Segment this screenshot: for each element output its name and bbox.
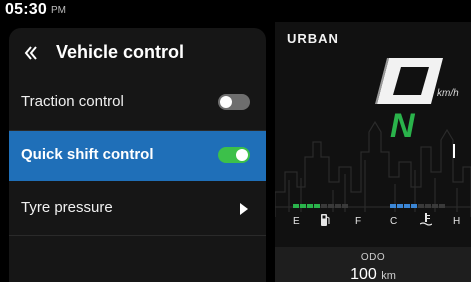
toggle-knob <box>220 96 232 108</box>
temperature-segment <box>397 204 403 208</box>
menu-item-tyre-pressure[interactable]: Tyre pressure <box>9 184 266 234</box>
menu-item-label: Traction control <box>21 93 124 110</box>
fuel-pump-icon <box>321 214 330 226</box>
temperature-segment <box>425 204 431 208</box>
odo-reading: 100 km <box>275 266 471 282</box>
fuel-segment <box>342 204 348 208</box>
fuel-segment <box>300 204 306 208</box>
fuel-segment <box>293 204 299 208</box>
fuel-full-label: F <box>355 216 362 227</box>
temperature-segment <box>418 204 424 208</box>
divider <box>9 235 266 236</box>
status-ampm: PM <box>51 5 66 16</box>
odo-value: 100 <box>350 266 377 282</box>
menu-item-traction-control[interactable]: Traction control <box>9 78 266 128</box>
menu-item-label: Tyre pressure <box>21 199 113 216</box>
rpm-marker <box>453 144 455 158</box>
odo-label: ODO <box>360 252 386 263</box>
temperature-segment <box>390 204 396 208</box>
dashboard-panel: URBAN km/h N E F C H ODO 100 km <box>275 22 471 282</box>
fuel-segment <box>321 204 327 208</box>
status-bar: 05:30 PM <box>0 0 471 20</box>
temperature-segment <box>404 204 410 208</box>
fuel-empty-label: E <box>293 216 300 227</box>
menu-title: Vehicle control <box>56 42 185 62</box>
ride-mode-label: URBAN <box>287 31 339 46</box>
coolant-temp-icon <box>420 213 432 226</box>
fuel-segment <box>335 204 341 208</box>
temperature-level-bar <box>390 204 446 209</box>
temperature-segment <box>439 204 445 208</box>
toggle-knob <box>236 149 248 161</box>
gear-indicator: N <box>390 107 415 145</box>
menu-item-quick-shift-control[interactable]: Quick shift control <box>9 131 266 181</box>
menu-header: Vehicle control <box>9 28 266 78</box>
speed-digit-zero <box>375 58 443 104</box>
fuel-segment <box>314 204 320 208</box>
back-icon[interactable] <box>23 45 39 61</box>
fuel-segment <box>307 204 313 208</box>
vehicle-control-menu: Vehicle control Traction control Quick s… <box>9 28 266 282</box>
quick-shift-toggle[interactable] <box>218 147 250 163</box>
temp-hot-label: H <box>453 216 461 227</box>
speed-unit: km/h <box>437 88 459 99</box>
status-time: 05:30 <box>5 1 47 18</box>
menu-item-label: Quick shift control <box>21 146 154 163</box>
instrument-cluster-screen: 05:30 PM URBAN km/h N E F C H ODO 100 km… <box>0 0 471 282</box>
temp-cold-label: C <box>390 216 398 227</box>
temperature-segment <box>411 204 417 208</box>
traction-control-toggle[interactable] <box>218 94 250 110</box>
odo-unit: km <box>381 270 396 282</box>
chevron-right-icon <box>240 203 248 215</box>
fuel-segment <box>328 204 334 208</box>
temperature-segment <box>432 204 438 208</box>
odometer: ODO 100 km <box>275 247 471 282</box>
fuel-level-bar <box>293 204 349 209</box>
